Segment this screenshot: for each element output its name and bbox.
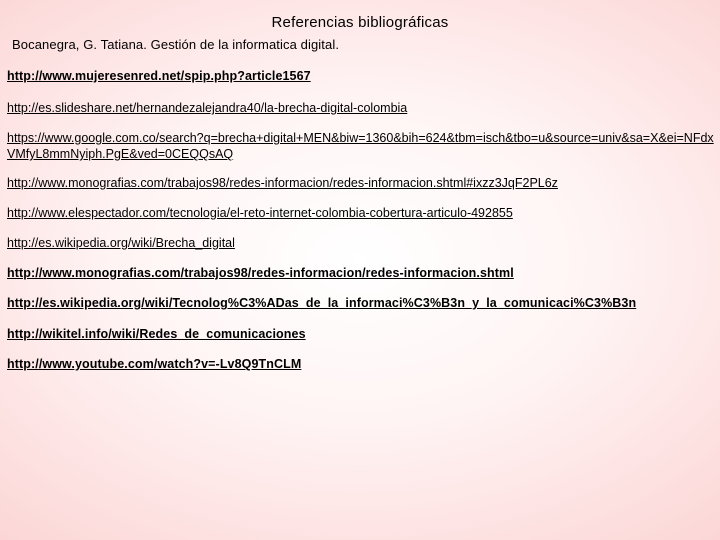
page-title: Referencias bibliográficas [271, 14, 449, 31]
reference-link-5[interactable]: http://www.elespectador.com/tecnologia/e… [7, 205, 715, 221]
reference-link-8[interactable]: http://es.wikipedia.org/wiki/Tecnolog%C3… [7, 295, 715, 311]
reference-link-6[interactable]: http://es.wikipedia.org/wiki/Brecha_digi… [7, 235, 715, 251]
author-citation: Bocanegra, G. Tatiana. Gestión de la inf… [12, 37, 340, 52]
slide: Referencias bibliográficas Bocanegra, G.… [0, 0, 720, 540]
reference-link-1[interactable]: http://www.mujeresenred.net/spip.php?art… [7, 68, 715, 84]
reference-link-2[interactable]: http://es.slideshare.net/hernandezalejan… [7, 100, 715, 116]
reference-link-9[interactable]: http://wikitel.info/wiki/Redes_de_comuni… [7, 326, 715, 342]
reference-list: http://www.mujeresenred.net/spip.php?art… [7, 68, 715, 372]
reference-link-7[interactable]: http://www.monografias.com/trabajos98/re… [7, 265, 715, 281]
reference-link-3[interactable]: https://www.google.com.co/search?q=brech… [7, 130, 715, 162]
reference-link-4[interactable]: http://www.monografias.com/trabajos98/re… [7, 175, 715, 191]
reference-link-10[interactable]: http://www.youtube.com/watch?v=-Lv8Q9TnC… [7, 356, 715, 372]
